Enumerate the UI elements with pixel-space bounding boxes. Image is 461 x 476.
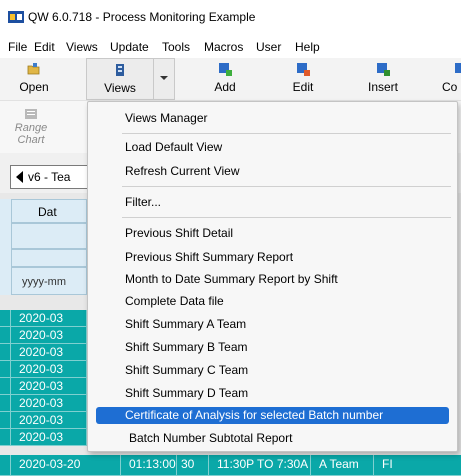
open-label: Open bbox=[19, 80, 49, 94]
menu-item-batch-number-subtotal[interactable]: Batch Number Subtotal Report bbox=[129, 431, 292, 445]
menu-bar: File Edit Views Update Tools Macros User… bbox=[0, 34, 461, 58]
menu-help[interactable]: Help bbox=[295, 40, 320, 54]
menu-edit[interactable]: Edit bbox=[34, 40, 55, 54]
folder-open-icon bbox=[27, 63, 40, 75]
menu-item-shift-summary-b[interactable]: Shift Summary B Team bbox=[125, 340, 247, 354]
grid-add-icon bbox=[219, 63, 232, 76]
table-cell-date[interactable]: 2020-03-20 bbox=[11, 455, 121, 476]
menu-file[interactable]: File bbox=[8, 40, 27, 54]
copy-button[interactable]: Co bbox=[440, 58, 461, 98]
menu-macros[interactable]: Macros bbox=[204, 40, 243, 54]
grid-edit-icon bbox=[297, 63, 310, 76]
edit-button[interactable]: Edit bbox=[283, 58, 323, 98]
table-cell-date[interactable]: 2020-03 bbox=[11, 395, 87, 412]
add-label: Add bbox=[214, 80, 236, 94]
menu-separator bbox=[122, 186, 451, 187]
table-cell-date[interactable]: 2020-03 bbox=[11, 429, 87, 446]
views-label: Views bbox=[104, 81, 136, 95]
column-header-row-2 bbox=[11, 223, 87, 249]
view-select[interactable]: v6 - Tea bbox=[10, 165, 90, 189]
menu-item-shift-summary-d[interactable]: Shift Summary D Team bbox=[125, 386, 248, 400]
table-cell-minutes[interactable]: 30 bbox=[177, 455, 209, 476]
edit-label: Edit bbox=[292, 80, 314, 94]
table-cell-time[interactable]: 01:13:00 bbox=[121, 455, 177, 476]
open-button[interactable]: Open bbox=[12, 58, 56, 98]
main-toolbar: Open Views Add Edit Insert Co bbox=[0, 58, 461, 101]
range-chart-icon bbox=[25, 109, 37, 119]
menu-item-certificate-of-analysis[interactable]: Certificate of Analysis for selected Bat… bbox=[125, 408, 383, 422]
column-header-date[interactable]: Dat bbox=[11, 199, 87, 223]
row-handle[interactable] bbox=[0, 412, 11, 429]
row-handle[interactable] bbox=[0, 395, 11, 412]
column-header-row-3 bbox=[11, 249, 87, 267]
insert-button[interactable]: Insert bbox=[361, 58, 405, 98]
column-header-label: Dat bbox=[38, 205, 57, 219]
date-format-label: yyyy-mm bbox=[22, 276, 66, 288]
menu-user[interactable]: User bbox=[256, 40, 281, 54]
range-chart-label: Range Chart bbox=[14, 122, 48, 146]
table-cell-shift[interactable]: 11:30P TO 7:30A bbox=[209, 455, 311, 476]
view-select-value: v6 - Tea bbox=[28, 170, 71, 184]
add-button[interactable]: Add bbox=[205, 58, 245, 98]
menu-item-month-to-date-summary[interactable]: Month to Date Summary Report by Shift bbox=[125, 272, 338, 286]
views-dropdown-arrow[interactable] bbox=[153, 58, 175, 100]
menu-separator bbox=[122, 217, 451, 218]
row-handle[interactable] bbox=[0, 455, 11, 476]
menu-update[interactable]: Update bbox=[110, 40, 149, 54]
menu-separator bbox=[122, 133, 451, 134]
menu-item-shift-summary-c[interactable]: Shift Summary C Team bbox=[125, 363, 248, 377]
menu-item-previous-shift-detail[interactable]: Previous Shift Detail bbox=[125, 226, 233, 240]
qw-app-icon bbox=[8, 11, 24, 23]
table-cell-date[interactable]: 2020-03 bbox=[11, 378, 87, 395]
grid-copy-icon bbox=[455, 63, 461, 73]
menu-item-previous-shift-summary[interactable]: Previous Shift Summary Report bbox=[125, 250, 293, 264]
table-cell-team[interactable]: A Team bbox=[311, 455, 374, 476]
copy-label: Co bbox=[442, 80, 458, 94]
row-handle[interactable] bbox=[0, 310, 11, 327]
row-handle[interactable] bbox=[0, 429, 11, 446]
views-icon bbox=[116, 64, 124, 76]
menu-item-shift-summary-a[interactable]: Shift Summary A Team bbox=[125, 317, 246, 331]
menu-item-complete-data-file[interactable]: Complete Data file bbox=[125, 294, 224, 308]
chevron-down-icon bbox=[160, 76, 168, 80]
row-handle[interactable] bbox=[0, 344, 11, 361]
views-dropdown-menu: Views Manager Load Default View Refresh … bbox=[87, 101, 458, 452]
window-title: QW 6.0.718 - Process Monitoring Example bbox=[28, 10, 256, 24]
views-button[interactable]: Views bbox=[86, 58, 154, 100]
menu-item-load-default-view[interactable]: Load Default View bbox=[125, 140, 222, 154]
menu-item-views-manager[interactable]: Views Manager bbox=[125, 111, 208, 125]
insert-label: Insert bbox=[367, 80, 398, 94]
grid-insert-icon bbox=[377, 63, 390, 76]
table-cell-extra[interactable]: FI bbox=[374, 455, 461, 476]
table-cell-date[interactable]: 2020-03 bbox=[11, 412, 87, 429]
table-cell-date[interactable]: 2020-03 bbox=[11, 344, 87, 361]
row-header-gutter bbox=[0, 199, 12, 295]
column-format-cell: yyyy-mm bbox=[11, 267, 87, 295]
table-cell-date[interactable]: 2020-03 bbox=[11, 310, 87, 327]
menu-tools[interactable]: Tools bbox=[162, 40, 190, 54]
row-handle[interactable] bbox=[0, 327, 11, 344]
menu-item-refresh-current-view[interactable]: Refresh Current View bbox=[125, 164, 240, 178]
table-cell-date[interactable]: 2020-03 bbox=[11, 327, 87, 344]
row-handle[interactable] bbox=[0, 361, 11, 378]
row-handle[interactable] bbox=[0, 378, 11, 395]
menu-views[interactable]: Views bbox=[66, 40, 98, 54]
triangle-left-icon bbox=[16, 171, 23, 183]
table-cell-date[interactable]: 2020-03 bbox=[11, 361, 87, 378]
range-chart-button[interactable]: Range Chart bbox=[0, 109, 62, 146]
title-bar: QW 6.0.718 - Process Monitoring Example bbox=[0, 0, 461, 34]
menu-item-filter[interactable]: Filter... bbox=[125, 195, 161, 209]
